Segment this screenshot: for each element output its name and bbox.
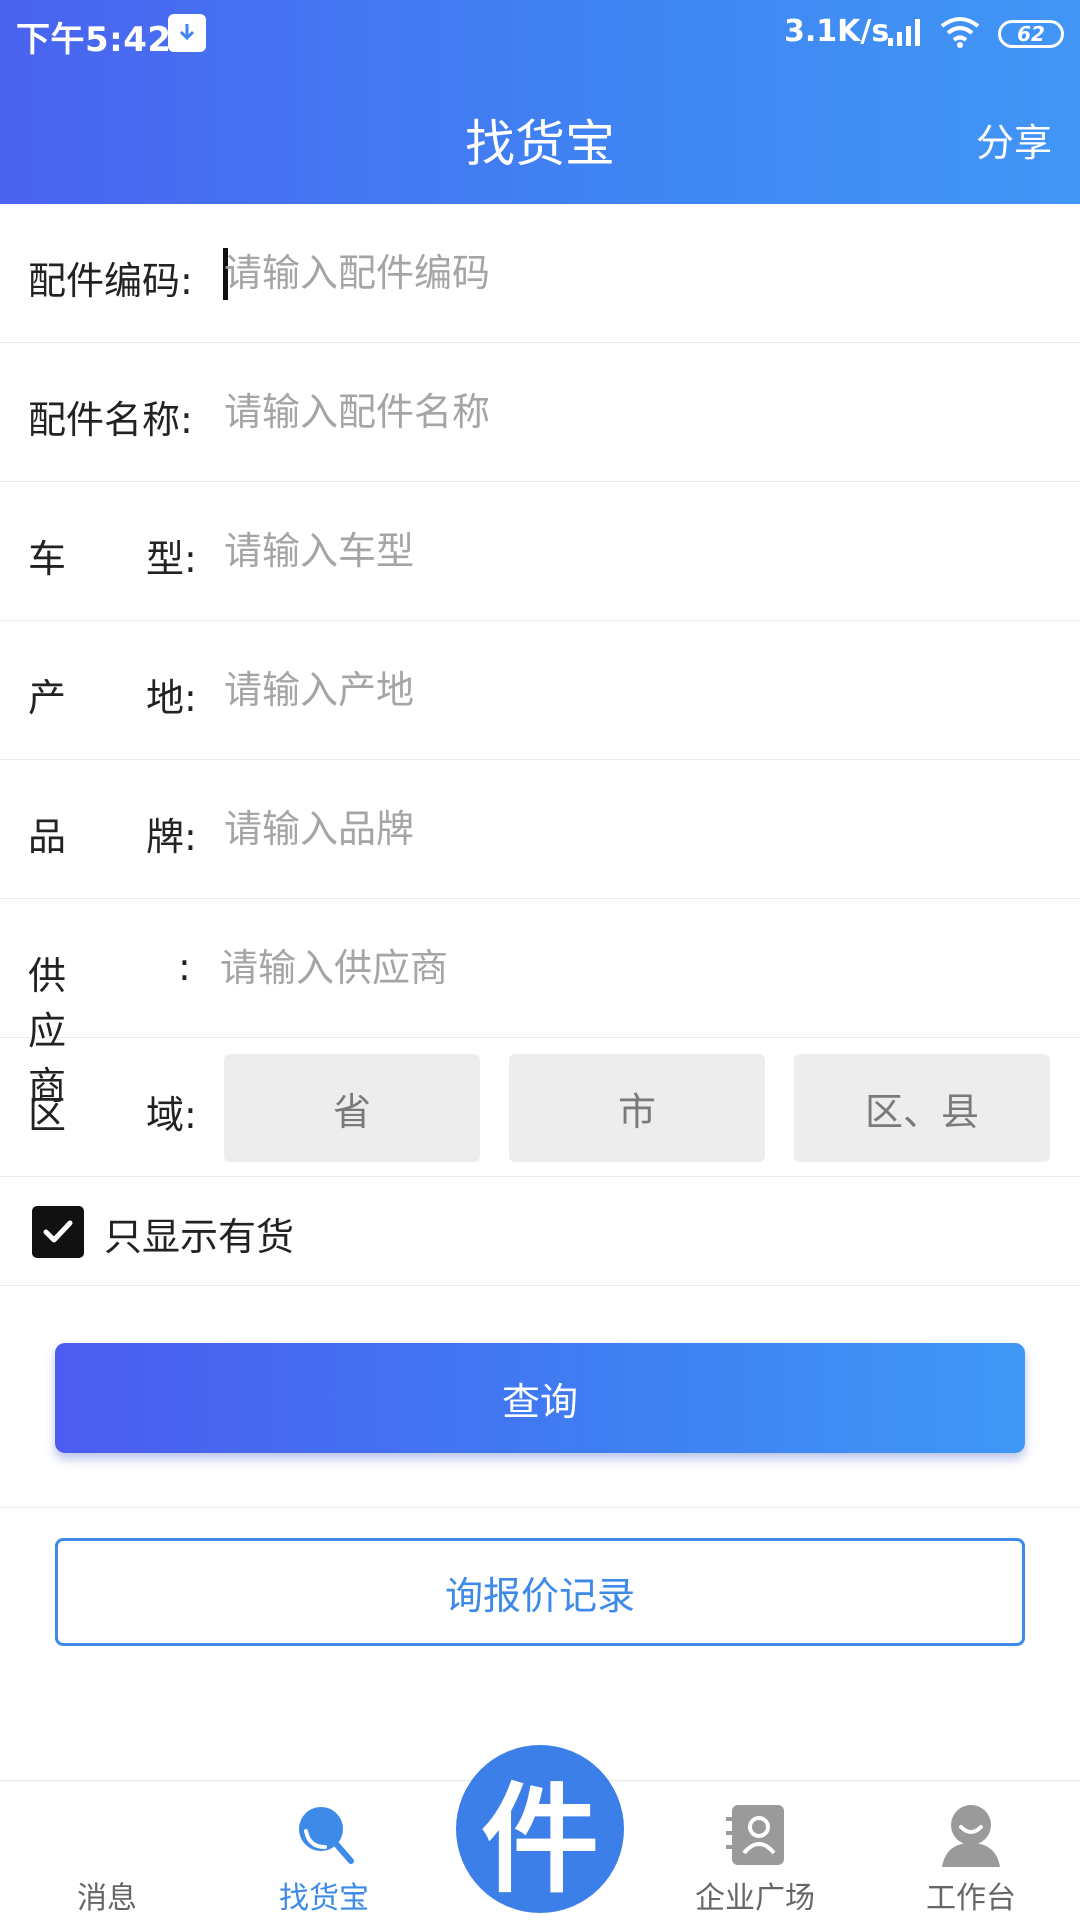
only-in-stock-row: 只显示有货: [0, 1176, 1080, 1286]
origin-label-a: 产: [28, 676, 67, 720]
wifi-icon: [940, 17, 980, 48]
region-label-b: 域:: [146, 1093, 197, 1137]
nav-item-enterprise[interactable]: 企业广场: [665, 1781, 845, 1920]
user-icon: [942, 1805, 1000, 1867]
form-row-model: 车 型:: [0, 482, 1080, 621]
supplier-input[interactable]: [220, 899, 1040, 1037]
only-in-stock-checkbox[interactable]: [32, 1206, 84, 1258]
only-in-stock-label: 只显示有货: [104, 1215, 295, 1259]
form-row-origin: 产 地:: [0, 621, 1080, 760]
nav-item-workbench[interactable]: 工作台: [881, 1781, 1061, 1920]
province-select[interactable]: 省: [224, 1054, 480, 1162]
app-header: 下午5:42 3.1K/s 62 找货宝 分享: [0, 0, 1080, 204]
brand-label-a: 品: [28, 815, 67, 859]
part-name-label: 配件名称:: [28, 398, 193, 442]
origin-input[interactable]: [224, 621, 1044, 759]
download-icon: [168, 14, 206, 52]
part-name-input[interactable]: [224, 343, 1044, 481]
center-action-button[interactable]: 件: [456, 1745, 624, 1913]
divider: [0, 1507, 1080, 1508]
city-select[interactable]: 市: [509, 1054, 765, 1162]
district-select[interactable]: 区、县: [794, 1054, 1050, 1162]
model-input[interactable]: [224, 482, 1044, 620]
nav-label-workbench: 工作台: [926, 1881, 1016, 1916]
message-icon: [72, 1799, 142, 1869]
nav-label-find-goods: 找货宝: [279, 1881, 369, 1916]
quote-records-button[interactable]: 询报价记录: [55, 1538, 1025, 1646]
supplier-label-b: :: [178, 945, 191, 989]
contact-card-icon: [726, 1805, 784, 1865]
region-label-a: 区: [28, 1093, 67, 1137]
form-row-brand: 品 牌:: [0, 760, 1080, 899]
form-row-part-code: 配件编码:: [0, 204, 1080, 343]
origin-label-b: 地:: [146, 676, 197, 720]
signal-icon: [888, 19, 920, 46]
battery-icon: 62: [998, 20, 1064, 48]
model-label-b: 型:: [146, 537, 197, 581]
status-bar: 下午5:42 3.1K/s 62: [0, 0, 1080, 72]
query-button[interactable]: 查询: [55, 1343, 1025, 1453]
form-row-part-name: 配件名称:: [0, 343, 1080, 482]
nav-label-messages: 消息: [77, 1881, 137, 1916]
nav-label-enterprise: 企业广场: [695, 1881, 815, 1916]
brand-label-b: 牌:: [146, 815, 197, 859]
form-row-region: 区 域: 省 市 区、县: [0, 1038, 1080, 1177]
page-title: 找货宝: [465, 115, 615, 173]
network-speed: 3.1K/s: [784, 14, 890, 49]
share-button[interactable]: 分享: [976, 112, 1052, 167]
nav-item-find-goods[interactable]: 找货宝: [234, 1781, 414, 1920]
search-icon: [299, 1807, 354, 1864]
part-code-input[interactable]: [224, 204, 1044, 342]
nav-item-messages[interactable]: 消息: [17, 1781, 197, 1920]
check-icon: [43, 1220, 73, 1243]
form-row-supplier: 供应商 :: [0, 899, 1080, 1108]
part-code-label: 配件编码:: [28, 259, 193, 303]
brand-input[interactable]: [224, 760, 1044, 898]
model-label-a: 车: [28, 537, 67, 581]
status-time: 下午5:42: [16, 20, 172, 60]
